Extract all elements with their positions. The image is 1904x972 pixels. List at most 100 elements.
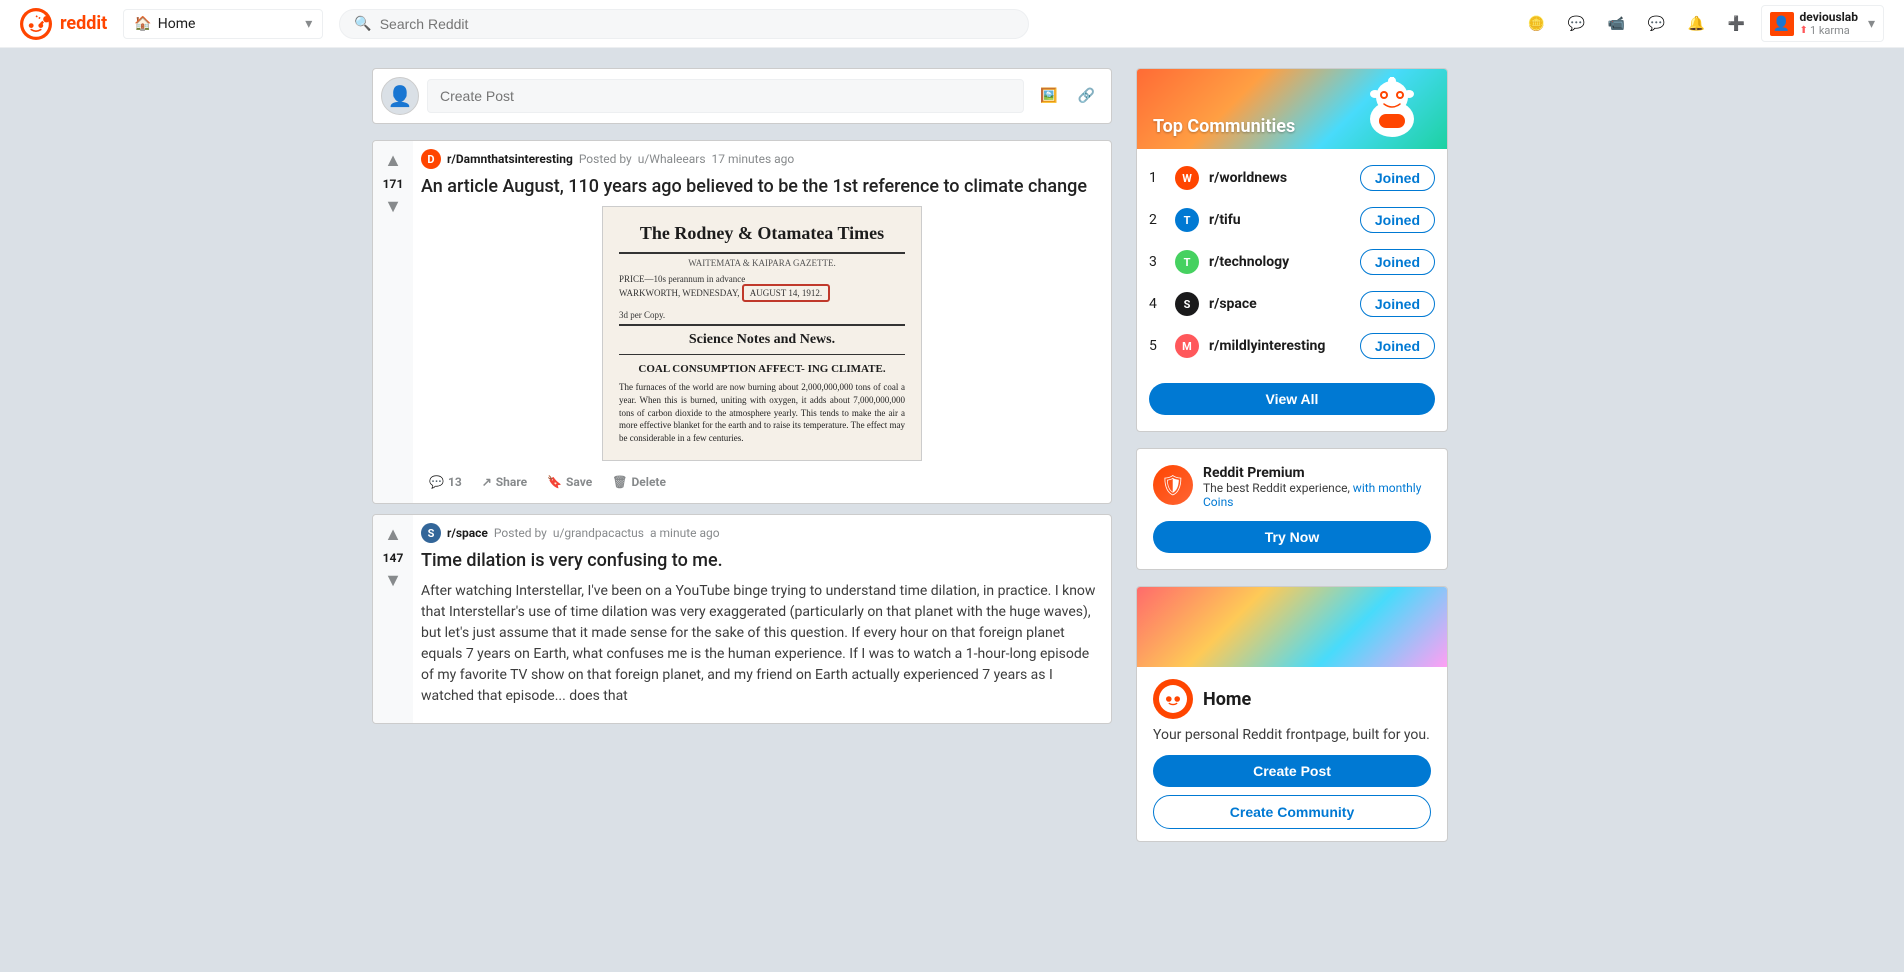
upvote-button[interactable]: ▲ [381, 149, 405, 173]
community-rank: 5 [1149, 338, 1165, 354]
create-post-button[interactable]: Create Post [1153, 755, 1431, 787]
header-actions: 🪙 💬 📹 💬 🔔 ➕ 👤 deviouslab ⬆ 1 karma ▾ [1521, 5, 1884, 42]
search-input[interactable] [380, 16, 1015, 32]
premium-text: Reddit Premium The best Reddit experienc… [1203, 465, 1431, 509]
join-button[interactable]: Joined [1360, 291, 1435, 317]
newspaper-article-title: COAL CONSUMPTION AFFECT- ING CLIMATE. [619, 363, 905, 375]
community-name: r/tifu [1209, 212, 1241, 228]
home-dropdown[interactable]: 🏠 Home ▾ [123, 9, 323, 39]
user-chevron-icon: ▾ [1868, 16, 1875, 32]
post-meta: S r/space Posted by u/grandpacactus a mi… [421, 523, 1103, 543]
post-card: ▲ 147 ▼ S r/space Posted by u/grandpacac… [372, 514, 1112, 723]
image-icon-btn[interactable]: 🖼️ [1032, 80, 1065, 112]
post-author[interactable]: u/grandpacactus [553, 526, 644, 540]
post-author[interactable]: u/Whaleears [638, 152, 706, 166]
home-label: Home [158, 16, 196, 32]
community-list: 1 W r/worldnews Joined 2 T r/tifu Joined [1137, 149, 1447, 375]
sidebar-column: Top Communities [1136, 68, 1448, 858]
community-item[interactable]: 1 W r/worldnews Joined [1137, 157, 1447, 199]
newspaper-subtitle: WAITEMATA & KAIPARA GAZETTE. [619, 258, 905, 268]
feed-column: 👤 🖼️ 🔗 ▲ 171 ▼ D r/Damnthatsinteresting … [372, 68, 1112, 858]
home-snoo-icon [1159, 685, 1187, 713]
post-content: D r/Damnthatsinteresting Posted by u/Wha… [413, 141, 1111, 503]
view-all-button[interactable]: View All [1149, 383, 1435, 415]
join-button[interactable]: Joined [1360, 207, 1435, 233]
post-title[interactable]: An article August, 110 years ago believe… [421, 175, 1103, 198]
post-content: S r/space Posted by u/grandpacactus a mi… [413, 515, 1111, 722]
top-communities-widget: Top Communities [1136, 68, 1448, 432]
share-icon: ↗ [482, 475, 492, 489]
post-time: a minute ago [650, 526, 720, 540]
home-icon: 🏠 [134, 16, 151, 32]
add-icon-btn[interactable]: ➕ [1721, 8, 1753, 40]
delete-button[interactable]: 🗑 Delete [604, 469, 674, 495]
premium-description: The best Reddit experience, with monthly… [1203, 481, 1431, 509]
coins-icon-btn[interactable]: 🪙 [1521, 8, 1553, 40]
video-icon-btn[interactable]: 📹 [1601, 8, 1633, 40]
avatar-icon: 👤 [388, 84, 413, 108]
create-post-avatar: 👤 [381, 77, 419, 115]
subreddit-icon: S [421, 523, 441, 543]
newspaper-price: PRICE—10s perannum in advance WARKWORTH,… [619, 274, 905, 320]
downvote-button[interactable]: ▼ [381, 569, 405, 593]
community-item[interactable]: 5 M r/mildlyinteresting Joined [1137, 325, 1447, 367]
chat-icon-btn[interactable]: 💬 [1641, 8, 1673, 40]
newspaper-image: The Rodney & Otamatea Times WAITEMATA & … [602, 206, 922, 461]
user-menu[interactable]: 👤 deviouslab ⬆ 1 karma ▾ [1761, 5, 1884, 42]
banner-mascot [1357, 69, 1427, 149]
create-post-input[interactable] [427, 79, 1024, 113]
karma-icon: ⬆ [1800, 25, 1808, 36]
post-subreddit[interactable]: r/Damnthatsinteresting [447, 152, 573, 166]
subreddit-icon: D [421, 149, 441, 169]
post-time: 17 minutes ago [712, 152, 795, 166]
vote-column: ▲ 171 ▼ [373, 141, 413, 503]
posted-by-label: Posted by [494, 526, 547, 540]
logo[interactable]: reddit [20, 8, 107, 40]
create-community-button[interactable]: Create Community [1153, 795, 1431, 829]
community-name: r/space [1209, 296, 1257, 312]
post-subreddit[interactable]: r/space [447, 526, 488, 540]
post-title[interactable]: Time dilation is very confusing to me. [421, 549, 1103, 572]
community-rank: 2 [1149, 212, 1165, 228]
share-button[interactable]: ↗ Share [474, 469, 535, 495]
chevron-down-icon: ▾ [305, 16, 312, 32]
search-bar[interactable]: 🔍 [339, 9, 1029, 39]
newspaper-title: The Rodney & Otamatea Times [619, 223, 905, 254]
home-title: Home [1203, 689, 1251, 710]
community-item[interactable]: 2 T r/tifu Joined [1137, 199, 1447, 241]
save-button[interactable]: 🔖 Save [539, 469, 600, 495]
post-actions: 💬 13 ↗ Share 🔖 Save 🗑 Delete [421, 469, 1103, 495]
join-button[interactable]: Joined [1360, 165, 1435, 191]
community-rank: 4 [1149, 296, 1165, 312]
link-icon-btn[interactable]: 🔗 [1070, 80, 1103, 112]
help-icon-btn[interactable]: 💬 [1561, 8, 1593, 40]
join-button[interactable]: Joined [1360, 333, 1435, 359]
post-card: ▲ 171 ▼ D r/Damnthatsinteresting Posted … [372, 140, 1112, 504]
monthly-coins-link[interactable]: with monthly Coins [1203, 481, 1421, 509]
post-body: After watching Interstellar, I've been o… [421, 581, 1103, 707]
home-widget: Home Your personal Reddit frontpage, bui… [1136, 586, 1448, 842]
home-banner [1137, 587, 1447, 667]
community-item[interactable]: 4 S r/space Joined [1137, 283, 1447, 325]
community-icon: M [1175, 334, 1199, 358]
community-name: r/mildlyinteresting [1209, 338, 1325, 354]
notifications-icon-btn[interactable]: 🔔 [1681, 8, 1713, 40]
bookmark-icon: 🔖 [547, 475, 562, 489]
join-button[interactable]: Joined [1360, 249, 1435, 275]
newspaper-section: Science Notes and News. [619, 324, 905, 355]
community-icon: S [1175, 292, 1199, 316]
community-item[interactable]: 3 T r/technology Joined [1137, 241, 1447, 283]
community-icon: W [1175, 166, 1199, 190]
reddit-logo-icon [20, 8, 52, 40]
premium-content: 🛡 Reddit Premium The best Reddit experie… [1137, 449, 1447, 569]
shield-icon: 🛡 [1153, 465, 1193, 505]
community-name: r/technology [1209, 254, 1289, 270]
create-post-bar: 👤 🖼️ 🔗 [372, 68, 1112, 124]
home-reddit-icon [1153, 679, 1193, 719]
logo-text: reddit [60, 13, 107, 34]
premium-title: Reddit Premium [1203, 465, 1431, 481]
upvote-button[interactable]: ▲ [381, 523, 405, 547]
comments-button[interactable]: 💬 13 [421, 469, 470, 495]
downvote-button[interactable]: ▼ [381, 195, 405, 219]
try-now-button[interactable]: Try Now [1153, 521, 1431, 553]
